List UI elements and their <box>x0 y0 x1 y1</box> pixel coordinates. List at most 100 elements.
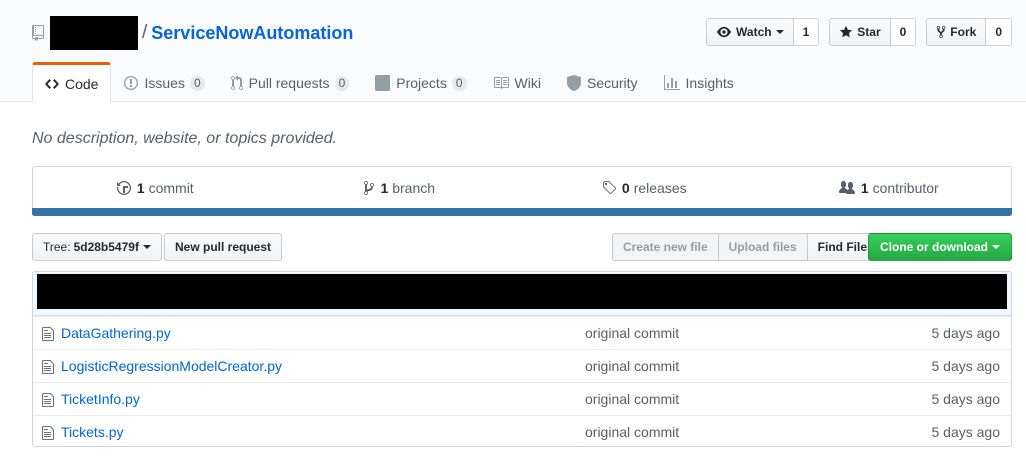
repo-icon <box>32 25 44 41</box>
star-group: Star 0 <box>829 18 917 46</box>
file-icon <box>42 426 54 440</box>
contributors-label: contributor <box>872 180 939 196</box>
commit-age: 5 days ago <box>931 391 1001 407</box>
chevron-down-icon <box>992 245 1000 249</box>
watch-group: Watch 1 <box>706 18 820 46</box>
fork-label: Fork <box>950 25 977 39</box>
releases-label: releases <box>633 180 687 196</box>
issue-icon <box>124 76 139 90</box>
commit-message-link[interactable]: original commit <box>585 358 679 374</box>
releases-count: 0 <box>621 180 630 196</box>
tab-label: Security <box>586 75 638 91</box>
people-icon <box>838 181 855 194</box>
branches-label: branch <box>392 180 436 196</box>
path-separator: / <box>142 22 148 43</box>
fork-button[interactable]: Fork <box>926 18 987 46</box>
owner-name-redacted[interactable] <box>50 16 138 50</box>
contributors-count: 1 <box>860 180 869 196</box>
clone-label: Clone or download <box>880 240 988 254</box>
fork-icon <box>936 25 946 39</box>
issues-counter: 0 <box>189 75 205 91</box>
star-count[interactable]: 0 <box>890 18 917 46</box>
chevron-down-icon <box>775 30 784 34</box>
file-link[interactable]: Tickets.py <box>61 424 124 440</box>
tab-label: Projects <box>396 75 447 91</box>
history-icon <box>116 181 131 195</box>
fork-count[interactable]: 0 <box>986 18 1012 46</box>
commits-count: 1 <box>136 180 145 196</box>
tag-icon <box>602 181 616 195</box>
tab-pull-requests[interactable]: Pull requests 0 <box>218 62 363 102</box>
commit-message-link[interactable]: original commit <box>585 325 679 341</box>
commits-link[interactable]: 1 commit <box>33 167 278 209</box>
eye-icon <box>717 26 732 38</box>
commit-message-link[interactable]: original commit <box>585 424 679 440</box>
table-row: Tickets.py original commit 5 days ago <box>33 415 1011 446</box>
table-row: LogisticRegressionModelCreator.py origin… <box>33 349 1011 382</box>
repo-title: / ServiceNowAutomation <box>32 16 353 50</box>
branches-link[interactable]: 1 branch <box>278 167 523 209</box>
table-row: DataGathering.py original commit 5 days … <box>33 316 1011 349</box>
projects-counter: 0 <box>451 75 467 91</box>
pagehead-actions: Watch 1 Star 0 Fork 0 <box>706 18 1012 46</box>
project-icon <box>375 75 391 91</box>
commit-age: 5 days ago <box>931 325 1001 341</box>
shield-icon <box>566 75 581 91</box>
tree-label: Tree: <box>43 240 71 254</box>
tab-label: Pull requests <box>248 75 330 91</box>
upload-files-button[interactable]: Upload files <box>717 233 808 261</box>
new-pull-request-button[interactable]: New pull request <box>164 233 283 261</box>
repo-header: / ServiceNowAutomation Watch 1 Star 0 Fo… <box>0 0 1026 103</box>
star-icon <box>840 25 853 38</box>
file-navigation: Tree: 5d28b5479f New pull request Create… <box>32 233 1012 261</box>
file-icon <box>42 360 54 374</box>
tab-wiki[interactable]: Wiki <box>480 62 554 102</box>
chevron-down-icon <box>142 245 151 249</box>
commit-age: 5 days ago <box>931 358 1001 374</box>
tab-security[interactable]: Security <box>554 62 651 102</box>
branch-select-button[interactable]: Tree: 5d28b5479f <box>32 233 162 261</box>
pull-request-icon <box>230 75 243 91</box>
tab-label: Issues <box>144 75 185 91</box>
latest-commit-bar <box>33 272 1011 316</box>
file-icon <box>42 327 54 341</box>
watch-button[interactable]: Watch <box>706 18 794 46</box>
tab-projects[interactable]: Projects 0 <box>362 62 479 102</box>
pull-requests-counter: 0 <box>334 75 350 91</box>
tab-label: Insights <box>685 75 734 91</box>
branches-count: 1 <box>380 180 389 196</box>
fork-group: Fork 0 <box>926 18 1012 46</box>
create-new-file-button[interactable]: Create new file <box>611 233 719 261</box>
releases-link[interactable]: 0 releases <box>522 167 767 209</box>
star-label: Star <box>857 25 881 39</box>
clone-download-button[interactable]: Clone or download <box>868 233 1012 261</box>
tab-issues[interactable]: Issues 0 <box>111 62 217 102</box>
file-link[interactable]: TicketInfo.py <box>61 391 140 407</box>
numbers-summary: 1 commit 1 branch 0 releases 1 contribut… <box>32 166 1012 216</box>
tab-label: Code <box>65 75 99 92</box>
repo-description: No description, website, or topics provi… <box>32 130 338 147</box>
star-button[interactable]: Star <box>829 18 891 46</box>
contributors-link[interactable]: 1 contributor <box>767 167 1012 209</box>
code-icon <box>45 78 59 89</box>
file-icon <box>42 393 54 407</box>
graph-icon <box>663 75 680 90</box>
language-bar[interactable] <box>32 208 1012 216</box>
branch-icon <box>364 181 375 195</box>
tab-code[interactable]: Code <box>32 62 112 103</box>
repo-nav: Code Issues 0 Pull requests 0 Projects 0… <box>32 62 747 103</box>
latest-commit-redacted <box>37 274 1007 309</box>
repo-name-link[interactable]: ServiceNowAutomation <box>151 23 353 44</box>
file-list: DataGathering.py original commit 5 days … <box>32 271 1012 447</box>
commit-age: 5 days ago <box>931 424 1001 440</box>
book-icon <box>493 77 509 89</box>
watch-label: Watch <box>736 25 772 39</box>
commit-message-link[interactable]: original commit <box>585 391 679 407</box>
tab-label: Wiki <box>514 75 541 91</box>
file-link[interactable]: LogisticRegressionModelCreator.py <box>61 358 282 374</box>
file-link[interactable]: DataGathering.py <box>61 325 171 341</box>
tree-ref: 5d28b5479f <box>73 240 139 254</box>
commits-label: commit <box>148 180 194 196</box>
tab-insights[interactable]: Insights <box>651 62 747 102</box>
watch-count[interactable]: 1 <box>793 18 820 46</box>
